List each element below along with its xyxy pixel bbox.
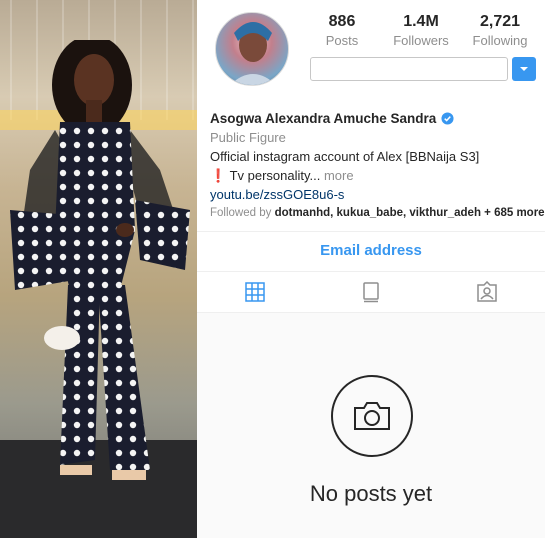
feed-icon — [363, 282, 379, 303]
email-address-button[interactable]: Email address — [197, 232, 545, 270]
posts-stat[interactable]: 886 Posts — [305, 12, 379, 52]
profile-bio: Asogwa Alexandra Amuche Sandra Public Fi… — [210, 108, 545, 222]
woman-in-polka-dot-jumpsuit — [10, 40, 190, 480]
posts-label: Posts — [325, 33, 359, 48]
suggestions-dropdown-button[interactable] — [512, 57, 536, 81]
profile-stats: 886 Posts 1.4M Followers 2,721 Following — [305, 12, 537, 52]
bio-line-2-text: ❗ Tv personality... — [210, 168, 321, 183]
bio-line-1: Official instagram account of Alex [BBNa… — [210, 149, 480, 164]
following-count: 2,721 — [479, 13, 521, 30]
profile-tabs — [197, 272, 545, 312]
more-link[interactable]: more — [320, 168, 354, 183]
followed-by-prefix: Followed by — [210, 207, 275, 219]
tab-tagged[interactable] — [429, 272, 545, 312]
profile-category: Public Figure — [210, 130, 286, 145]
following-label: Following — [472, 33, 528, 48]
posts-count: 886 — [328, 13, 356, 30]
followed-by-more: + 685 more — [480, 207, 545, 219]
verified-badge-icon — [441, 111, 454, 125]
followers-label: Followers — [393, 33, 449, 48]
follow-message-button[interactable] — [310, 57, 508, 81]
tab-feed[interactable] — [313, 272, 429, 312]
chevron-down-icon — [520, 67, 528, 71]
camera-icon — [354, 402, 390, 430]
camera-icon-circle — [331, 375, 413, 457]
no-posts-text: No posts yet — [309, 481, 433, 506]
following-stat[interactable]: 2,721 Following — [463, 12, 537, 52]
followers-stat[interactable]: 1.4M Followers — [384, 12, 458, 52]
empty-state: No posts yet — [197, 313, 545, 538]
name-row: Asogwa Alexandra Amuche Sandra — [210, 108, 540, 128]
bio-line-2: ❗ Tv personality... more — [210, 166, 540, 185]
avatar-portrait — [230, 22, 276, 85]
followed-by[interactable]: Followed by dotmanhd, kukua_babe, vikthu… — [210, 204, 545, 222]
profile-link[interactable]: youtu.be/zssGOE8u6-s — [210, 185, 540, 204]
tagged-icon — [477, 281, 497, 302]
profile-photo-image — [0, 0, 197, 538]
avatar[interactable] — [215, 12, 289, 86]
profile-name: Asogwa Alexandra Amuche Sandra — [210, 110, 437, 126]
profile-panel: 886 Posts 1.4M Followers 2,721 Following… — [197, 0, 545, 538]
followers-count: 1.4M — [403, 13, 439, 30]
grid-icon — [245, 282, 265, 302]
tab-grid[interactable] — [197, 272, 313, 312]
followed-by-names: dotmanhd, kukua_babe, vikthur_adeh — [274, 207, 481, 219]
